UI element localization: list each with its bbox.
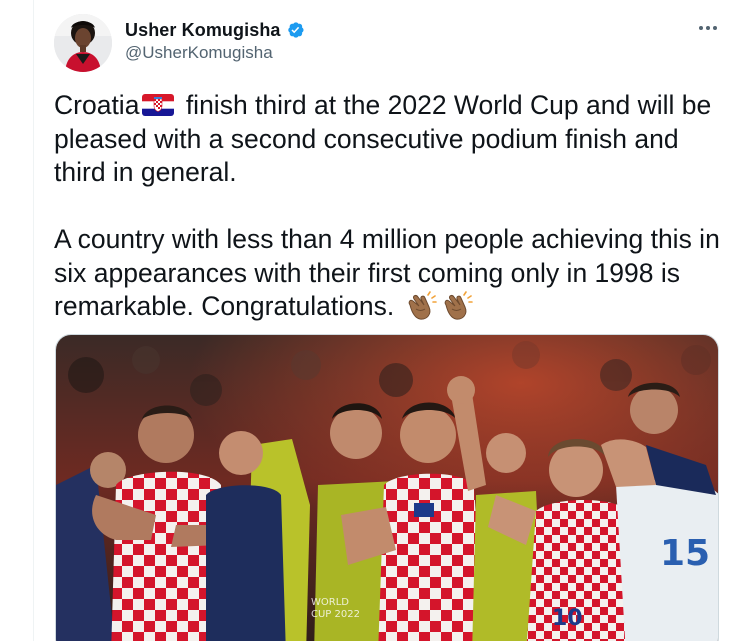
svg-text:WORLD: WORLD xyxy=(311,597,349,608)
tweet-text-lead: Croatia xyxy=(54,90,140,120)
tweet-text-paragraph-2: A country with less than 4 million peopl… xyxy=(54,224,720,321)
author-name-row[interactable]: Usher Komugisha xyxy=(125,18,305,42)
tweet-paragraph-2: A country with less than 4 million peopl… xyxy=(54,223,724,324)
tweet-paragraph-1: Croatia finish third at the 2022 World C… xyxy=(54,89,724,190)
tweet[interactable]: Usher Komugisha @UsherKomugisha Croatia xyxy=(0,0,750,641)
clapping-hands-icon xyxy=(440,291,474,321)
tweet-photo[interactable]: WORLD CUP 2022 10 15 xyxy=(55,334,719,641)
shirt-number-label: 10 xyxy=(552,606,583,631)
author-handle[interactable]: @UsherKomugisha xyxy=(125,43,273,63)
tweet-text: Croatia finish third at the 2022 World C… xyxy=(54,89,724,324)
page: Usher Komugisha @UsherKomugisha Croatia xyxy=(0,0,750,641)
avatar[interactable] xyxy=(54,14,112,72)
bib-number-label: 15 xyxy=(660,533,710,574)
croatia-flag-icon xyxy=(142,91,175,116)
profile-photo-image xyxy=(54,14,112,72)
display-name[interactable]: Usher Komugisha xyxy=(125,20,281,41)
svg-text:CUP 2022: CUP 2022 xyxy=(311,609,360,620)
more-options-icon[interactable] xyxy=(694,18,722,38)
verified-badge-icon xyxy=(285,20,305,40)
clapping-hands-icon xyxy=(404,291,438,321)
croatia-players-photo: WORLD CUP 2022 10 15 xyxy=(56,335,718,641)
